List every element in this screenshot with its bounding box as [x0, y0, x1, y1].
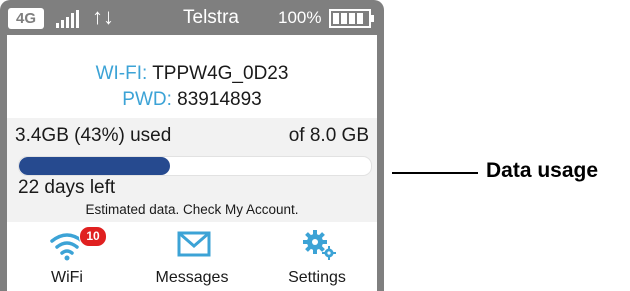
nav-wifi-label: WiFi — [51, 269, 83, 286]
data-used-text: 3.4GB (43%) used — [15, 125, 172, 146]
password-row: PWD: 83914893 — [7, 87, 377, 113]
usage-progress-fill — [19, 157, 171, 175]
ssid-row: WI-FI: TPPW4G_0D23 — [7, 61, 377, 87]
ssid-label: WI-FI: — [95, 63, 148, 84]
estimate-note: Estimated data. Check My Account. — [85, 202, 299, 217]
password-label: PWD: — [122, 89, 172, 110]
password-value: 83914893 — [177, 89, 262, 110]
up-down-arrows-icon: ↑↓ — [92, 4, 114, 29]
device-screen: WI-FI: TPPW4G_0D23 PWD: 83914893 3.4GB (… — [7, 35, 377, 291]
wifi-credentials: WI-FI: TPPW4G_0D23 PWD: 83914893 — [7, 61, 377, 113]
nav-settings[interactable]: Settings — [257, 225, 377, 291]
carrier-name: Telstra — [183, 7, 239, 28]
status-bar: 4G ↑↓ Telstra 100% — [0, 0, 384, 35]
nav-messages[interactable]: Messages — [132, 225, 252, 291]
battery-full-icon — [329, 9, 374, 28]
usage-progress-bar — [18, 156, 372, 176]
device-frame: 4G ↑↓ Telstra 100% WI-FI: TPPW4G_0D23 PW… — [0, 0, 384, 291]
envelope-icon — [177, 231, 211, 257]
data-usage-callout: Data usage — [486, 159, 599, 182]
nav-settings-label: Settings — [288, 269, 346, 286]
data-usage-panel[interactable]: 3.4GB (43%) used of 8.0 GB 22 days left … — [7, 118, 377, 222]
wifi-notification-badge: 10 — [79, 226, 107, 247]
wifi-icon — [50, 233, 84, 261]
battery-percent: 100% — [278, 8, 322, 27]
nav-messages-label: Messages — [155, 269, 229, 286]
ssid-value: TPPW4G_0D23 — [152, 63, 289, 84]
bottom-nav: 10 WiFi Messages Settings — [7, 225, 377, 291]
signal-bars-icon — [56, 10, 79, 28]
network-badge: 4G — [8, 8, 44, 29]
days-left: 22 days left — [18, 177, 116, 198]
nav-wifi[interactable]: 10 WiFi — [7, 225, 127, 291]
callout-line — [392, 172, 478, 174]
gears-icon — [303, 230, 336, 260]
data-total-text: of 8.0 GB — [288, 125, 369, 146]
